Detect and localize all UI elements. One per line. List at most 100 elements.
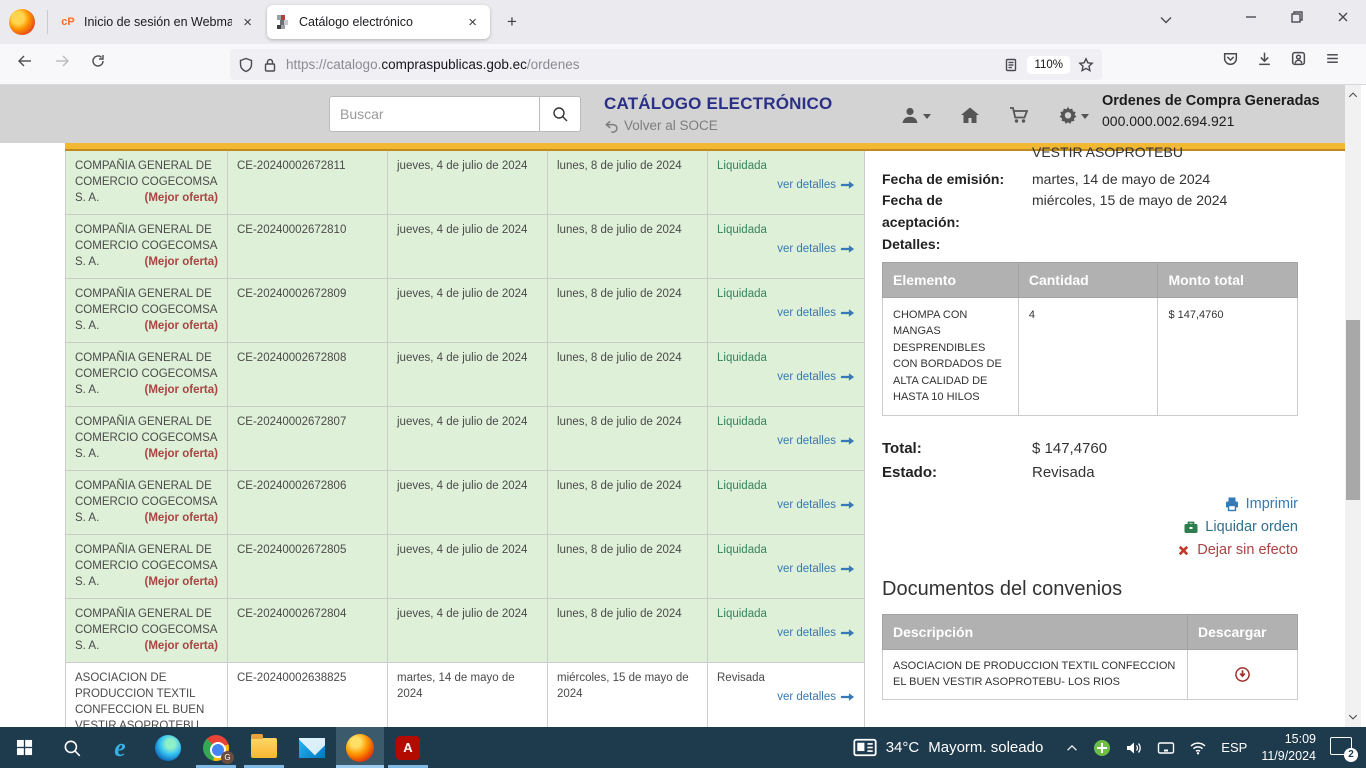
- volume-icon[interactable]: [1125, 740, 1143, 756]
- wifi-icon[interactable]: [1189, 741, 1207, 755]
- home-button[interactable]: [960, 106, 980, 124]
- view-details-link[interactable]: ver detalles: [777, 433, 855, 449]
- return-hand-icon: [604, 119, 619, 133]
- status-cell: Liquidada ver detalles: [708, 535, 864, 598]
- scroll-up-icon[interactable]: [1347, 89, 1359, 101]
- arrow-right-icon: [840, 628, 855, 638]
- shield-icon[interactable]: [238, 57, 254, 73]
- downloads-icon[interactable]: [1256, 50, 1273, 67]
- view-details-link[interactable]: ver detalles: [777, 177, 855, 193]
- tray-expand-icon[interactable]: [1065, 741, 1079, 755]
- print-link[interactable]: Imprimir: [882, 493, 1298, 516]
- start-button[interactable]: [0, 727, 48, 768]
- url-text[interactable]: https://catalogo.compraspublicas.gob.ec/…: [286, 57, 995, 72]
- order-row[interactable]: COMPAÑIA GENERAL DE COMERCIO COGECOMSA S…: [66, 215, 864, 279]
- download-circle-icon[interactable]: [1234, 666, 1251, 683]
- scrollbar-thumb[interactable]: [1346, 320, 1360, 500]
- item-row: CHOMPA CON MANGAS DESPRENDIBLES CON BORD…: [883, 297, 1298, 415]
- tab-catalogo[interactable]: Catálogo electrónico ×: [267, 5, 490, 39]
- taskbar-search-button[interactable]: [48, 727, 96, 768]
- internet-explorer-icon[interactable]: e: [96, 727, 144, 768]
- search-input[interactable]: [329, 96, 539, 132]
- antivirus-icon[interactable]: [1093, 739, 1111, 757]
- view-details-link[interactable]: ver detalles: [777, 689, 855, 705]
- bookmark-star-icon[interactable]: [1078, 57, 1094, 73]
- chrome-icon[interactable]: G: [192, 727, 240, 768]
- tab-close-icon[interactable]: ×: [465, 14, 480, 31]
- view-details-link[interactable]: ver detalles: [777, 369, 855, 385]
- notification-count-badge: 2: [1344, 748, 1358, 762]
- url-bar[interactable]: https://catalogo.compraspublicas.gob.ec/…: [230, 49, 1102, 80]
- back-icon[interactable]: [16, 53, 34, 69]
- menu-icon[interactable]: [1324, 50, 1341, 67]
- minimize-button[interactable]: [1228, 0, 1274, 34]
- order-row[interactable]: COMPAÑIA GENERAL DE COMERCIO COGECOMSA S…: [66, 407, 864, 471]
- display-cast-icon[interactable]: [1157, 741, 1175, 755]
- account-icon[interactable]: [1290, 50, 1307, 67]
- search-button[interactable]: [539, 96, 581, 132]
- tab-close-icon[interactable]: ×: [240, 14, 255, 31]
- mail-icon[interactable]: [288, 727, 336, 768]
- settings-menu-button[interactable]: [1058, 105, 1089, 125]
- void-order-link[interactable]: Dejar sin efecto: [882, 539, 1298, 562]
- provider-name-partial: VESTIR ASOPROTEBU: [1032, 144, 1298, 161]
- order-row[interactable]: ASOCIACION DE PRODUCCION TEXTIL CONFECCI…: [66, 663, 864, 727]
- order-code-cell: CE-20240002672804: [228, 599, 388, 662]
- document-download-cell[interactable]: [1188, 649, 1298, 699]
- order-detail-panel: VESTIR ASOPROTEBU Fecha de emisión: mart…: [882, 143, 1298, 700]
- new-tab-button[interactable]: +: [500, 10, 524, 34]
- site-header: CATÁLOGO ELECTRÓNICO Volver al SOCE Orde…: [0, 85, 1345, 143]
- view-details-link[interactable]: ver detalles: [777, 497, 855, 513]
- list-tabs-icon[interactable]: [1158, 12, 1174, 28]
- best-offer-badge: (Mejor oferta): [145, 638, 218, 654]
- order-row[interactable]: COMPAÑIA GENERAL DE COMERCIO COGECOMSA S…: [66, 471, 864, 535]
- firefox-taskbar-icon[interactable]: [336, 727, 384, 768]
- language-indicator[interactable]: ESP: [1221, 740, 1247, 755]
- field-value: [1032, 234, 1298, 256]
- view-details-link[interactable]: ver detalles: [777, 625, 855, 641]
- accept-date-cell: miércoles, 15 de mayo de 2024: [548, 663, 708, 727]
- pocket-icon[interactable]: [1222, 50, 1239, 67]
- company-cell: ASOCIACION DE PRODUCCION TEXTIL CONFECCI…: [66, 663, 228, 727]
- file-explorer-icon[interactable]: [240, 727, 288, 768]
- order-row[interactable]: COMPAÑIA GENERAL DE COMERCIO COGECOMSA S…: [66, 279, 864, 343]
- status-text: Revisada: [717, 670, 855, 686]
- cart-button[interactable]: [1009, 106, 1029, 124]
- order-row[interactable]: COMPAÑIA GENERAL DE COMERCIO COGECOMSA S…: [66, 343, 864, 407]
- page-scrollbar[interactable]: [1345, 85, 1361, 727]
- zoom-level-badge[interactable]: 110%: [1027, 56, 1070, 74]
- status-cell: Liquidada ver detalles: [708, 215, 864, 278]
- weather-widget[interactable]: 34°C Mayorm. soleado: [841, 727, 1056, 768]
- request-date-cell: jueves, 4 de julio de 2024: [388, 599, 548, 662]
- back-to-soce-link[interactable]: Volver al SOCE: [604, 118, 832, 133]
- user-menu-button[interactable]: [900, 106, 931, 124]
- document-row: ASOCIACION DE PRODUCCION TEXTIL CONFECCI…: [883, 649, 1298, 699]
- view-details-link[interactable]: ver detalles: [777, 241, 855, 257]
- search-icon: [551, 105, 569, 123]
- order-row[interactable]: COMPAÑIA GENERAL DE COMERCIO COGECOMSA S…: [66, 151, 864, 215]
- arrow-right-icon: [840, 308, 855, 318]
- forward-icon[interactable]: [53, 53, 71, 69]
- search-bar: [329, 96, 581, 132]
- liquidate-order-link[interactable]: Liquidar orden: [882, 516, 1298, 539]
- scroll-down-icon[interactable]: [1347, 711, 1359, 723]
- firefox-logo[interactable]: [9, 9, 35, 35]
- clock[interactable]: 15:09 11/9/2024: [1261, 731, 1316, 765]
- notification-center-button[interactable]: 2: [1330, 737, 1356, 759]
- view-details-link[interactable]: ver detalles: [777, 305, 855, 321]
- reader-view-icon[interactable]: [1003, 57, 1019, 73]
- reload-icon[interactable]: [90, 53, 106, 69]
- request-date-cell: jueves, 4 de julio de 2024: [388, 151, 548, 214]
- order-row[interactable]: COMPAÑIA GENERAL DE COMERCIO COGECOMSA S…: [66, 599, 864, 663]
- tab-webmail[interactable]: cP Inicio de sesión en Webmail ×: [50, 5, 265, 39]
- edge-icon[interactable]: [144, 727, 192, 768]
- view-details-link[interactable]: ver detalles: [777, 561, 855, 577]
- order-row[interactable]: COMPAÑIA GENERAL DE COMERCIO COGECOMSA S…: [66, 535, 864, 599]
- lock-icon[interactable]: [262, 57, 278, 73]
- status-text: Liquidada: [717, 286, 855, 302]
- acrobat-icon[interactable]: A: [384, 727, 432, 768]
- gear-icon: [1058, 105, 1078, 125]
- close-button[interactable]: [1320, 0, 1366, 34]
- restore-button[interactable]: [1274, 0, 1320, 34]
- order-items-table: Elemento Cantidad Monto total CHOMPA CON…: [882, 262, 1298, 416]
